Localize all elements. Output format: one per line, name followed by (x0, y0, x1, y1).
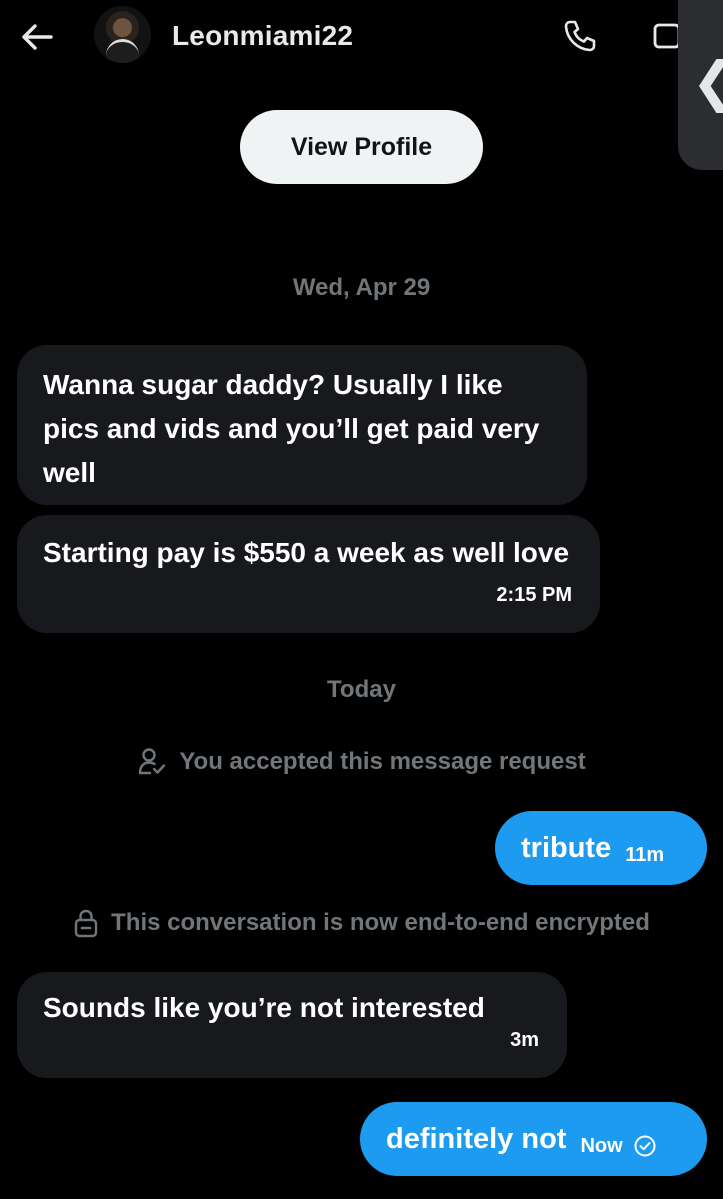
system-note-text: This conversation is now end-to-end encr… (111, 909, 650, 936)
encryption-note: This conversation is now end-to-end encr… (0, 906, 723, 940)
incoming-message[interactable]: Sounds like you’re not interested 3m (17, 972, 567, 1078)
avatar[interactable] (94, 6, 151, 63)
side-panel-handle[interactable]: ❮ (678, 0, 723, 170)
view-profile-button[interactable]: View Profile (240, 110, 483, 184)
message-timestamp: 3m (510, 1029, 539, 1051)
message-text: tribute (521, 831, 612, 864)
message-text: Sounds like you’re not interested (43, 992, 485, 1023)
date-separator: Today (327, 676, 396, 703)
back-button[interactable] (14, 14, 60, 60)
incoming-message[interactable]: Starting pay is $550 a week as well love… (17, 515, 600, 633)
message-timestamp: Now (580, 1134, 623, 1157)
message-text: Starting pay is $550 a week as well love (43, 537, 570, 568)
user-check-icon (139, 748, 166, 775)
arrow-left-icon (22, 24, 53, 50)
message-text: definitely not (386, 1122, 567, 1155)
lock-icon (74, 909, 98, 938)
outgoing-message[interactable]: tribute 11m (495, 811, 707, 885)
message-text: Wanna sugar daddy? Usually I like pics a… (43, 369, 540, 488)
phone-icon (564, 20, 596, 52)
message-timestamp: 2:15 PM (496, 584, 572, 606)
check-circle-icon (634, 1135, 656, 1157)
system-note-text: You accepted this message request (179, 748, 586, 775)
date-separator: Wed, Apr 29 (292, 274, 431, 301)
call-button[interactable] (556, 12, 604, 60)
outgoing-message[interactable]: definitely not Now (360, 1102, 707, 1176)
incoming-message[interactable]: Wanna sugar daddy? Usually I like pics a… (17, 345, 587, 505)
chevron-left-icon: ❮ (691, 55, 723, 109)
message-timestamp: 11m (625, 843, 665, 866)
message-request-accepted-note: You accepted this message request (0, 745, 723, 779)
conversation-username[interactable]: Leonmiami22 (172, 16, 353, 56)
